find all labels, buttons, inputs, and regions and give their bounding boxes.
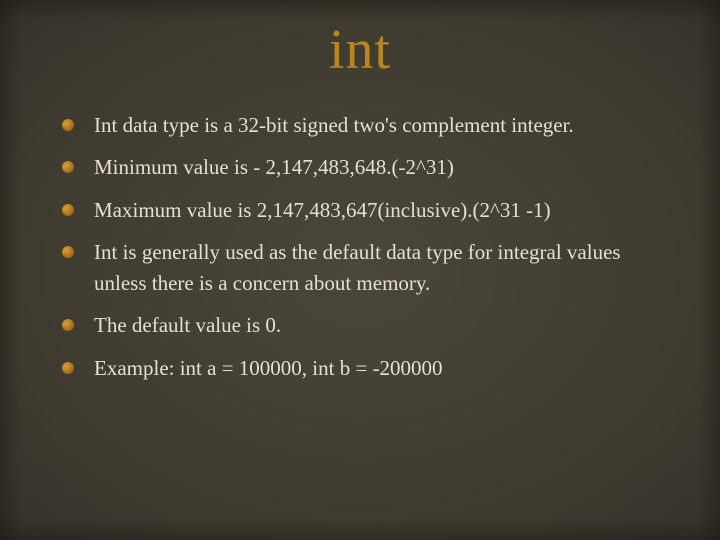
list-item: Int data type is a 32-bit signed two's c… (80, 110, 660, 140)
slide-content: int Int data type is a 32-bit signed two… (0, 0, 720, 540)
list-item: Minimum value is - 2,147,483,648.(-2^31) (80, 152, 660, 182)
list-item: Int is generally used as the default dat… (80, 237, 660, 298)
list-item: Maximum value is 2,147,483,647(inclusive… (80, 195, 660, 225)
slide-title: int (60, 18, 660, 82)
bullet-list: Int data type is a 32-bit signed two's c… (60, 110, 660, 383)
list-item: The default value is 0. (80, 310, 660, 340)
list-item: Example: int a = 100000, int b = -200000 (80, 353, 660, 383)
